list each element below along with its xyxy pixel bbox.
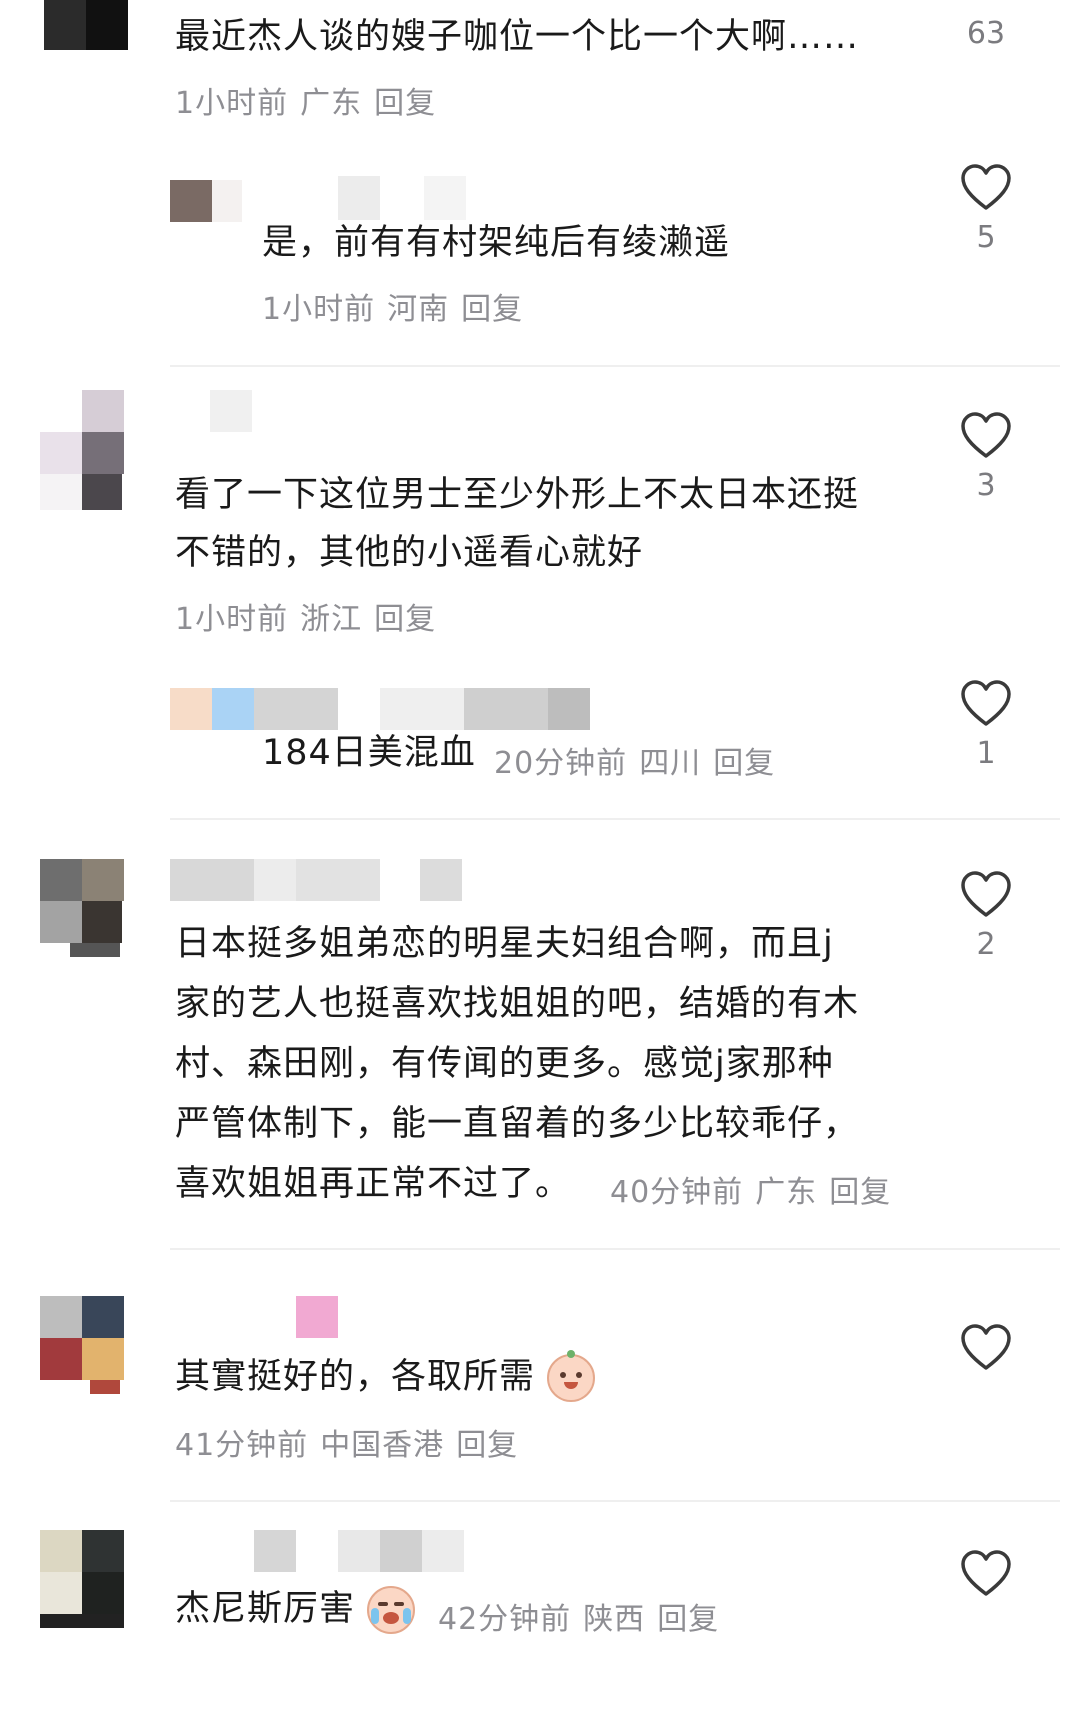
comment-location: 中国香港 — [320, 1428, 445, 1463]
comment-4: 其實挺好的，各取所需 41分钟前 中国香港 回复 — [0, 1296, 1080, 1496]
heart-outline-icon[interactable] — [960, 412, 1012, 460]
avatar[interactable] — [44, 0, 128, 50]
comment-text-wrap: 其實挺好的，各取所需 — [175, 1348, 596, 1406]
comment-time: 42分钟前 — [438, 1602, 572, 1637]
comment-meta: 1小时前 浙江 回复 — [175, 594, 448, 638]
comment-meta: 1小时前 河南 回复 — [262, 284, 535, 328]
comment-text-line: 日本挺多姐弟恋的明星夫妇组合啊，而且j — [175, 924, 834, 964]
comment-text: 184日美混血 — [262, 733, 476, 773]
avatar[interactable] — [170, 180, 254, 222]
username-blurred[interactable] — [210, 390, 252, 432]
comment-time: 1小时前 — [175, 602, 289, 637]
comment-location: 河南 — [387, 292, 450, 327]
comment-location: 广东 — [755, 1175, 818, 1210]
comment-location: 陕西 — [583, 1602, 646, 1637]
comment-text-line: 家的艺人也挺喜欢找姐姐的吧，结婚的有木 — [175, 984, 860, 1024]
comment-location: 广东 — [300, 86, 363, 121]
comment-text-line: 喜欢姐姐再正常不过了。 — [175, 1164, 572, 1204]
like-count: 2 — [976, 927, 996, 962]
comment-time: 20分钟前 — [494, 746, 628, 781]
comment-text: 是，前有有村架纯后有绫濑遥 — [262, 223, 731, 263]
comment-location: 四川 — [639, 746, 702, 781]
avatar[interactable] — [170, 688, 254, 730]
heart-outline-icon[interactable] — [960, 164, 1012, 212]
comment-text-line: 严管体制下，能一直留着的多少比较乖仔， — [175, 1104, 860, 1144]
smiling-face-emoji — [547, 1350, 596, 1402]
like-count: 63 — [966, 16, 1006, 51]
divider — [170, 1248, 1060, 1250]
username-blurred[interactable] — [254, 1530, 470, 1572]
like-count: 1 — [976, 736, 996, 771]
reply-button[interactable]: 回复 — [829, 1175, 891, 1210]
reply-comment: 是，前有有村架纯后有绫濑遥 1小时前 河南 回复 5 — [0, 150, 1080, 350]
reply-button[interactable]: 回复 — [461, 292, 523, 327]
divider — [170, 1500, 1060, 1502]
username-blurred[interactable] — [170, 859, 470, 901]
like-count: 5 — [976, 220, 996, 255]
crying-face-emoji — [367, 1586, 416, 1634]
heart-outline-icon[interactable] — [960, 680, 1012, 728]
comment-meta: 41分钟前 中国香港 回复 — [175, 1420, 530, 1464]
avatar[interactable] — [40, 859, 130, 959]
reply-button[interactable]: 回复 — [456, 1428, 518, 1463]
comment-text-line: 村、森田刚，有传闻的更多。感觉j家那种 — [175, 1044, 834, 1084]
comment-meta: 42分钟前 陕西 回复 — [438, 1594, 731, 1638]
comment-time: 40分钟前 — [610, 1175, 744, 1210]
heart-outline-icon[interactable] — [960, 1324, 1012, 1372]
comment-text: 杰尼斯厉害 — [175, 1589, 356, 1629]
comment-location: 浙江 — [300, 602, 363, 637]
comment-5: 杰尼斯厉害 42分钟前 陕西 回复 — [0, 1530, 1080, 1726]
comment-text-wrap: 杰尼斯厉害 — [175, 1580, 416, 1638]
reply-button[interactable]: 回复 — [374, 602, 436, 637]
comment-text-line: 不错的，其他的小遥看心就好 — [175, 533, 644, 573]
reply-comment: 184日美混血 20分钟前 四川 回复 1 — [0, 680, 1080, 810]
comment-1: 最近杰人谈的嫂子咖位一个比一个大啊…… 1小时前 广东 回复 63 — [0, 0, 1080, 130]
comment-text-line: 看了一下这位男士至少外形上不太日本还挺 — [175, 475, 860, 515]
avatar[interactable] — [40, 1296, 130, 1396]
comment-meta: 20分钟前 四川 回复 — [494, 738, 787, 782]
comment-meta: 40分钟前 广东 回复 — [610, 1167, 903, 1211]
divider — [170, 365, 1060, 367]
reply-button[interactable]: 回复 — [657, 1602, 719, 1637]
comment-text: 其實挺好的，各取所需 — [175, 1357, 536, 1397]
reply-button[interactable]: 回复 — [374, 86, 436, 121]
comment-meta: 1小时前 广东 回复 — [175, 78, 448, 122]
comment-time: 41分钟前 — [175, 1428, 309, 1463]
username-blurred[interactable] — [296, 1296, 338, 1338]
avatar[interactable] — [40, 390, 130, 510]
comment-time: 1小时前 — [262, 292, 376, 327]
heart-outline-icon[interactable] — [960, 871, 1012, 919]
comment-2: 看了一下这位男士至少外形上不太日本还挺 不错的，其他的小遥看心就好 1小时前 浙江… — [0, 380, 1080, 660]
reply-button[interactable]: 回复 — [713, 746, 775, 781]
divider — [170, 818, 1060, 820]
comment-text: 最近杰人谈的嫂子咖位一个比一个大啊…… — [175, 17, 860, 57]
comment-time: 1小时前 — [175, 86, 289, 121]
comment-3: 日本挺多姐弟恋的明星夫妇组合啊，而且j 家的艺人也挺喜欢找姐姐的吧，结婚的有木 … — [0, 855, 1080, 1235]
avatar[interactable] — [40, 1530, 130, 1630]
heart-outline-icon[interactable] — [960, 1550, 1012, 1598]
like-count: 3 — [976, 468, 996, 503]
